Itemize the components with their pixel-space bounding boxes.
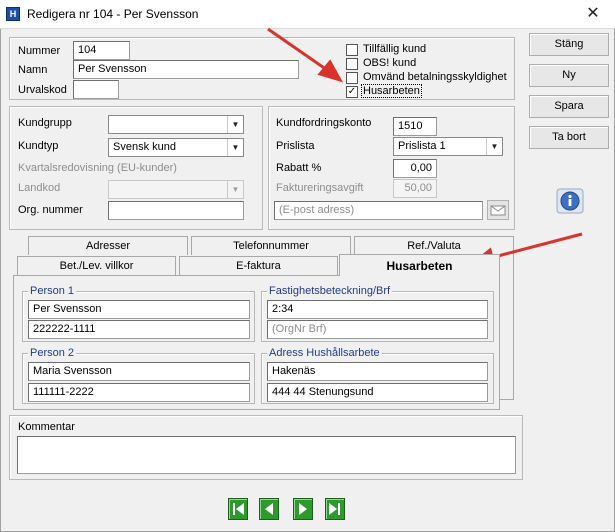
arrow-to-husarbeten-checkbox [267, 27, 344, 83]
annotation-arrows [267, 27, 583, 267]
tab-husarbeten[interactable]: Husarbeten [339, 254, 500, 276]
